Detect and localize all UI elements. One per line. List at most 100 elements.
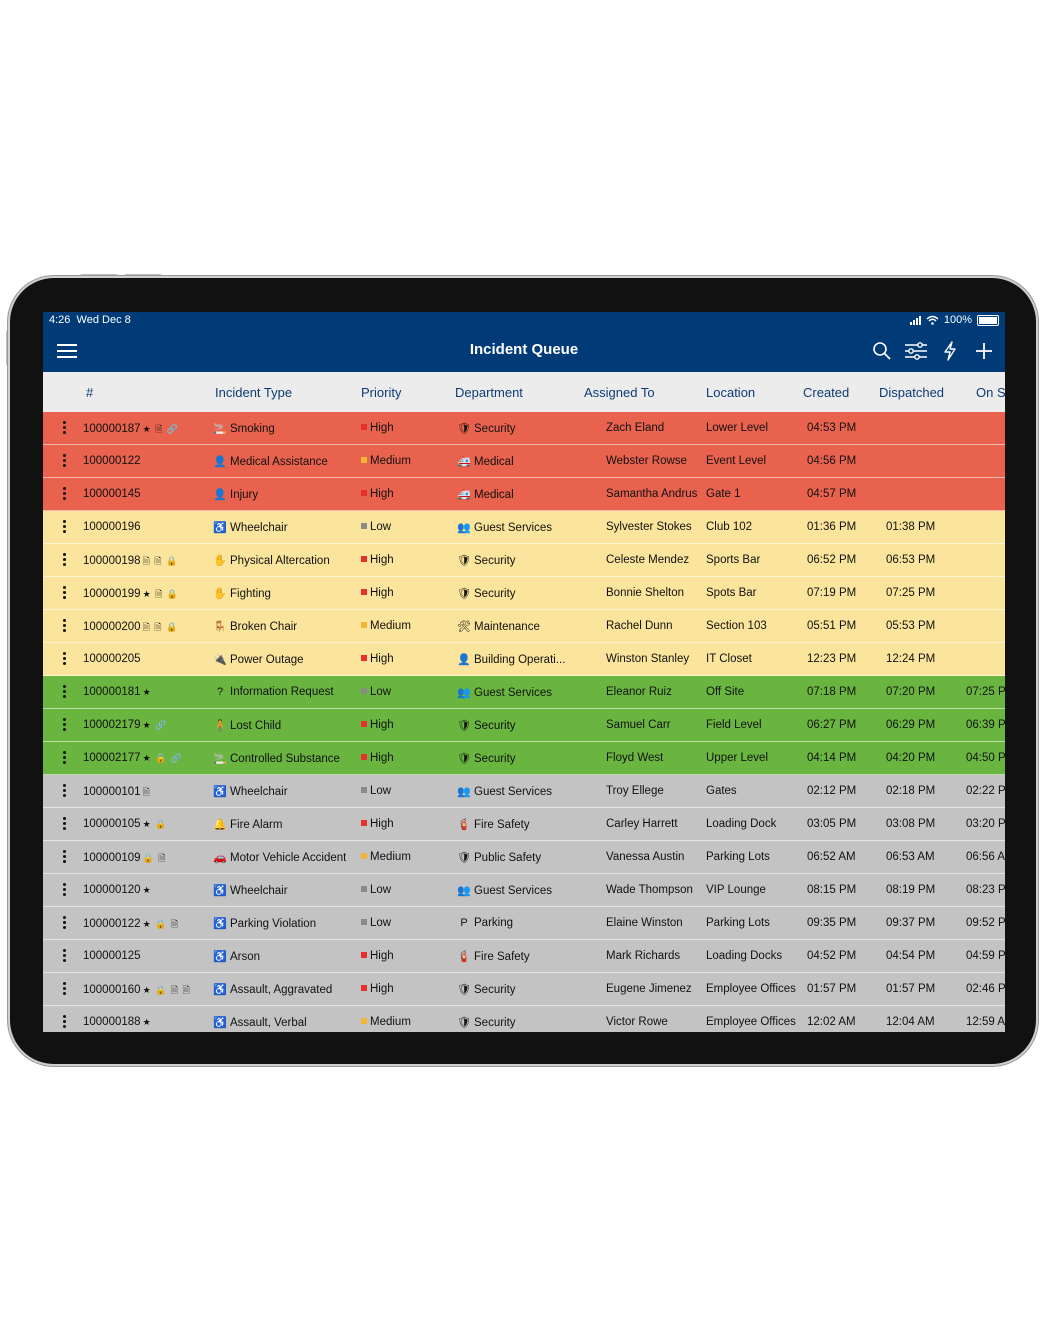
- assigned-to: Samantha Andrus: [606, 488, 698, 500]
- more-options-icon[interactable]: [63, 685, 67, 700]
- table-row[interactable]: 100000145 👤 Injury High 🚑 Medical Samantha And…: [43, 478, 1005, 511]
- column-header-incident-type[interactable]: Incident Type: [215, 385, 292, 400]
- created-time: 08:15 PM: [807, 884, 857, 896]
- table-row[interactable]: 100000196 ♿ Wheelchair Low 👥 Guest Services Sy…: [43, 511, 1005, 544]
- table-row[interactable]: 100000160 ★ 🔒 🗎 🗎 ♿ Assault, Aggravated High…: [43, 973, 1005, 1006]
- department-cell: 🛡 Security: [457, 752, 516, 765]
- more-options-icon[interactable]: [63, 553, 67, 568]
- table-row[interactable]: 100000198 🗎 🗎 🔒 ✋ Physical Altercation High 🛡…: [43, 544, 1005, 577]
- incident-type-cell: ♿ Arson: [213, 950, 260, 963]
- nav-bar: Incident Queue: [43, 332, 1005, 372]
- column-header-dispatched[interactable]: Dispatched: [879, 385, 944, 400]
- incident-type: Assault, Aggravated: [230, 984, 333, 996]
- dispatched-time: 08:19 PM: [886, 884, 936, 896]
- more-options-icon[interactable]: [63, 421, 67, 436]
- incident-number-cell: 100000125: [83, 950, 143, 962]
- column-header-department[interactable]: Department: [455, 385, 523, 400]
- priority-cell: Medium: [361, 1016, 411, 1028]
- table-row[interactable]: 100000109 🔒 🗎 🚗 Motor Vehicle Accident Mediu…: [43, 841, 1005, 874]
- location: VIP Lounge: [706, 884, 766, 896]
- more-options-icon[interactable]: [63, 619, 67, 634]
- table-row[interactable]: 100002177 ★ 🔒 🔗 🚬 Controlled Substance High 🛡…: [43, 742, 1005, 775]
- location: Employee Offices: [706, 1016, 796, 1028]
- table-row[interactable]: 100000105 ★ 🔒 🔔 Fire Alarm High 🧯 Fire Safety C…: [43, 808, 1005, 841]
- more-options-icon[interactable]: [63, 916, 67, 931]
- department-cell: 🛡 Security: [457, 554, 516, 567]
- table-row[interactable]: 100000120 ★ ♿ Wheelchair Low 👥 Guest Services W…: [43, 874, 1005, 907]
- priority-indicator: [361, 424, 367, 430]
- priority: High: [370, 983, 394, 995]
- priority-cell: Low: [361, 884, 391, 896]
- priority-cell: Low: [361, 521, 391, 533]
- plus-icon[interactable]: [971, 338, 997, 364]
- more-options-icon[interactable]: [63, 784, 67, 799]
- column-header-location[interactable]: Location: [706, 385, 755, 400]
- table-row[interactable]: 100000101 🗎 ♿ Wheelchair Low 👥 Guest Services T…: [43, 775, 1005, 808]
- table-row[interactable]: 100002179 ★ 🔗 🧍 Lost Child High 🛡 Security Samu…: [43, 709, 1005, 742]
- column-header-priority[interactable]: Priority: [361, 385, 401, 400]
- table-row[interactable]: 100000181 ★? Information Request Low 👥 Guest …: [43, 676, 1005, 709]
- incident-type-cell: ✋ Fighting: [213, 587, 271, 600]
- incident-type-cell: 🪑 Broken Chair: [213, 620, 297, 633]
- created-time: 05:51 PM: [807, 620, 857, 632]
- more-options-icon[interactable]: [63, 850, 67, 865]
- lightning-icon[interactable]: [937, 338, 963, 364]
- incident-type: Fighting: [230, 588, 271, 600]
- assigned-to-cell: Mark Richards: [606, 950, 680, 962]
- table-row[interactable]: 100000205 🔌 Power Outage High 👤 Building Oper…: [43, 643, 1005, 676]
- dispatched-cell: 06:29 PM: [886, 719, 935, 731]
- department-cell: 👤 Building Operati...: [457, 653, 565, 666]
- priority: Medium: [370, 620, 411, 632]
- more-options-icon[interactable]: [63, 817, 67, 832]
- more-options-icon[interactable]: [63, 1015, 67, 1030]
- more-options-icon[interactable]: [63, 520, 67, 535]
- shield-icon: 🛡: [457, 852, 471, 864]
- location-cell: Parking Lots: [706, 851, 770, 863]
- search-icon[interactable]: [869, 338, 895, 364]
- column-header-assigned-to[interactable]: Assigned To: [584, 385, 655, 400]
- table-row[interactable]: 100000122 👤 Medical Assistance Medium 🚑 Medic…: [43, 445, 1005, 478]
- table-row[interactable]: 100000125 ♿ Arson High 🧯 Fire Safety Mark Rich…: [43, 940, 1005, 973]
- more-options-icon[interactable]: [63, 718, 67, 733]
- filter-icon[interactable]: [903, 338, 929, 364]
- priority: Low: [370, 884, 392, 896]
- more-options-icon[interactable]: [63, 652, 67, 667]
- more-options-icon[interactable]: [63, 982, 67, 997]
- created-cell: 12:02 AM: [807, 1016, 856, 1028]
- assigned-to-cell: Samuel Carr: [606, 719, 671, 731]
- column-header-number[interactable]: #: [86, 385, 93, 400]
- more-options-icon[interactable]: [63, 751, 67, 766]
- table-row[interactable]: 100000188 ★ ♿ Assault, Verbal Medium 🛡 Securit…: [43, 1006, 1005, 1032]
- more-options-icon[interactable]: [63, 454, 67, 469]
- column-header-on-scene[interactable]: On S: [976, 385, 1005, 400]
- table-row[interactable]: 100000122 ★ 🔒 🗎 ♿ Parking Violation Low P Park…: [43, 907, 1005, 940]
- incident-type-cell: ♿ Assault, Verbal: [213, 1016, 307, 1029]
- priority: Medium: [370, 455, 411, 467]
- wheelchair-icon: ♿: [213, 786, 227, 798]
- priority: Low: [370, 686, 392, 698]
- ambulance-icon: 🚑: [457, 456, 471, 468]
- assigned-to-cell: Elaine Winston: [606, 917, 683, 929]
- more-options-icon[interactable]: [63, 586, 67, 601]
- priority-cell: Low: [361, 785, 391, 797]
- more-options-icon[interactable]: [63, 883, 67, 898]
- table-row[interactable]: 100000200 🗎 🗎 🔒 🪑 Broken Chair Medium 🛠 Mainte…: [43, 610, 1005, 643]
- department: Security: [474, 555, 516, 567]
- table-row[interactable]: 100000187 ★ 🗎 🔗 🚬 Smoking High 🛡 Security Zach …: [43, 412, 1005, 445]
- department: Guest Services: [474, 786, 552, 798]
- department-cell: 🛡 Security: [457, 1016, 516, 1029]
- incident-type-cell: ♿ Wheelchair: [213, 785, 287, 798]
- incident-number: 100000181: [83, 686, 141, 698]
- on-scene-cell: 02:22 PM: [966, 785, 1005, 797]
- dispatched-time: 06:53 PM: [886, 554, 936, 566]
- priority-cell: High: [361, 818, 394, 830]
- column-header-created[interactable]: Created: [803, 385, 849, 400]
- incident-flags-icon: ★: [142, 687, 152, 697]
- incident-number: 100000198: [83, 555, 141, 567]
- created-time: 04:52 PM: [807, 950, 857, 962]
- table-row[interactable]: 100000199 ★ 🗎 🔒 ✋ Fighting High 🛡 Security Bonn…: [43, 577, 1005, 610]
- users-icon: 👥: [457, 687, 471, 699]
- dispatched-cell: 03:08 PM: [886, 818, 935, 830]
- more-options-icon[interactable]: [63, 949, 67, 964]
- more-options-icon[interactable]: [63, 487, 67, 502]
